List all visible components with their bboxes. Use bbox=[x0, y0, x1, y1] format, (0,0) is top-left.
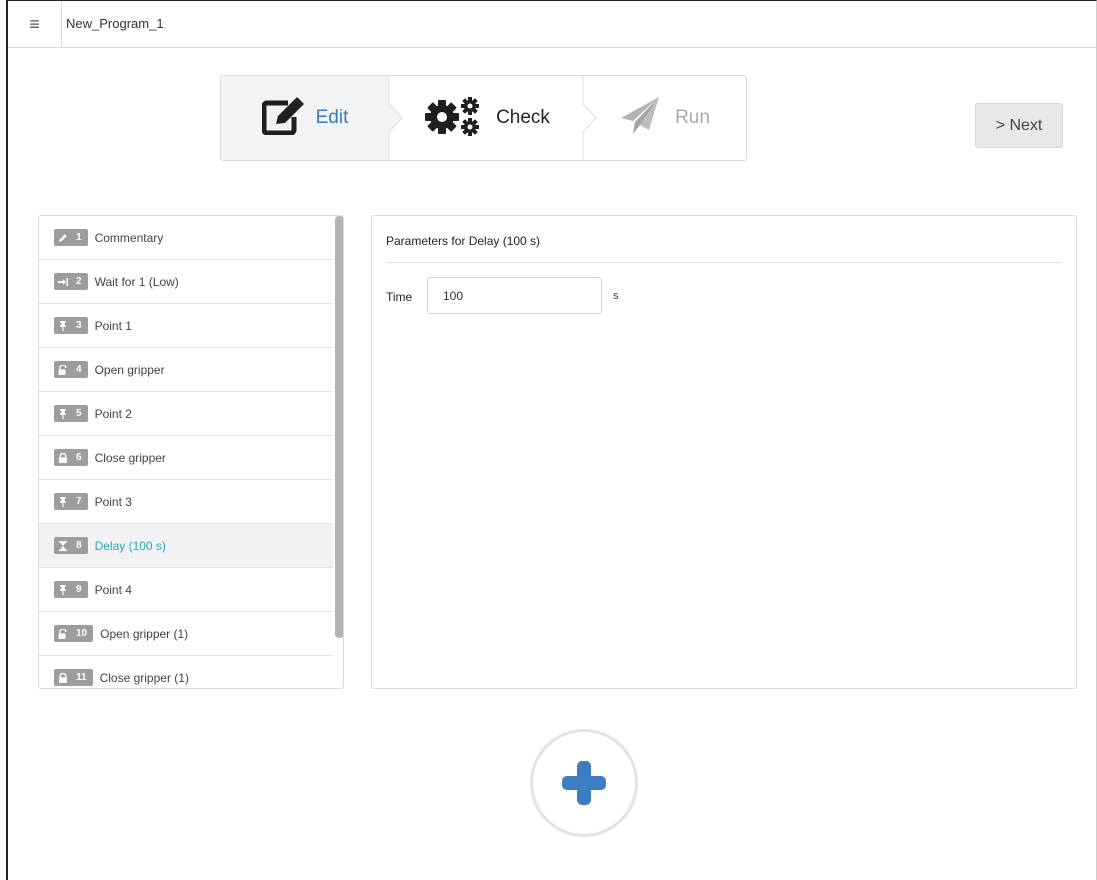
next-button[interactable]: > Next bbox=[975, 103, 1063, 148]
command-number: 6 bbox=[76, 452, 82, 463]
command-badge: 3 bbox=[54, 317, 88, 334]
step-edit[interactable]: Edit bbox=[221, 76, 389, 160]
step-edit-label: Edit bbox=[315, 107, 349, 128]
step-check[interactable]: Check bbox=[389, 76, 583, 160]
command-badge: 1 bbox=[54, 229, 88, 246]
sign-in-icon bbox=[58, 277, 68, 286]
command-list: 1 Commentary 2 Wait for 1 (Low) 3 Point … bbox=[38, 215, 344, 689]
step-run[interactable]: Run bbox=[583, 76, 746, 160]
step-check-label: Check bbox=[496, 107, 550, 128]
command-badge: 4 bbox=[54, 361, 88, 378]
command-label: Point 1 bbox=[94, 318, 132, 333]
command-badge: 10 bbox=[54, 625, 94, 642]
command-label: Open gripper (1) bbox=[100, 626, 189, 641]
list-item-selected[interactable]: 8 Delay (100 s) bbox=[39, 524, 333, 568]
command-number: 3 bbox=[76, 320, 82, 331]
hamburger-icon[interactable]: ≡ bbox=[8, 1, 62, 47]
time-label: Time bbox=[386, 290, 413, 304]
list-item[interactable]: 10 Open gripper (1) bbox=[39, 612, 333, 656]
command-label: Close gripper (1) bbox=[99, 670, 189, 685]
command-label: Point 2 bbox=[94, 406, 132, 421]
command-badge: 2 bbox=[54, 273, 88, 290]
unlock-icon bbox=[58, 364, 67, 375]
pin-icon bbox=[59, 320, 67, 331]
command-number: 9 bbox=[76, 584, 82, 595]
command-badge: 6 bbox=[54, 449, 88, 466]
pencil-icon bbox=[59, 233, 67, 242]
command-number: 11 bbox=[76, 672, 87, 683]
plus-icon bbox=[562, 761, 606, 805]
command-number: 7 bbox=[76, 496, 82, 507]
lock-icon bbox=[59, 452, 67, 463]
top-bar: ≡ New_Program_1 bbox=[8, 1, 1096, 48]
list-item[interactable]: 4 Open gripper bbox=[39, 348, 333, 392]
list-item[interactable]: 3 Point 1 bbox=[39, 304, 333, 348]
pin-icon bbox=[59, 584, 67, 595]
list-scrollbar[interactable] bbox=[335, 216, 343, 638]
command-number: 5 bbox=[76, 408, 82, 419]
hourglass-icon bbox=[59, 540, 67, 551]
pin-icon bbox=[59, 408, 67, 419]
list-item[interactable]: 2 Wait for 1 (Low) bbox=[39, 260, 333, 304]
paper-plane-icon bbox=[619, 96, 661, 141]
list-item[interactable]: 7 Point 3 bbox=[39, 480, 333, 524]
edit-icon bbox=[261, 96, 304, 140]
command-badge: 5 bbox=[54, 405, 88, 422]
list-item[interactable]: 11 Close gripper (1) bbox=[39, 656, 333, 688]
divider bbox=[386, 262, 1062, 263]
step-run-label: Run bbox=[675, 107, 710, 128]
list-item[interactable]: 9 Point 4 bbox=[39, 568, 333, 612]
command-badge: 9 bbox=[54, 581, 88, 598]
pin-icon bbox=[59, 496, 67, 507]
gears-icon bbox=[422, 95, 486, 142]
step-wizard: Edit Check Run bbox=[220, 75, 747, 161]
time-input[interactable] bbox=[427, 277, 602, 314]
command-label: Open gripper bbox=[94, 362, 165, 377]
unlock-icon bbox=[58, 628, 67, 639]
command-badge: 8 bbox=[54, 537, 88, 554]
command-number: 4 bbox=[76, 364, 82, 375]
command-label: Close gripper bbox=[94, 450, 166, 465]
list-item[interactable]: 1 Commentary bbox=[39, 216, 333, 260]
command-number: 2 bbox=[76, 276, 82, 287]
time-unit: s bbox=[613, 290, 619, 302]
command-badge: 7 bbox=[54, 493, 88, 510]
list-item[interactable]: 6 Close gripper bbox=[39, 436, 333, 480]
command-number: 1 bbox=[76, 232, 82, 243]
command-label: Commentary bbox=[94, 230, 164, 245]
command-label: Wait for 1 (Low) bbox=[94, 274, 179, 289]
list-item[interactable]: 5 Point 2 bbox=[39, 392, 333, 436]
command-badge: 11 bbox=[54, 669, 93, 686]
command-label: Point 4 bbox=[94, 582, 132, 597]
command-number: 8 bbox=[76, 540, 82, 551]
program-name: New_Program_1 bbox=[66, 16, 164, 31]
parameters-title: Parameters for Delay (100 s) bbox=[386, 234, 541, 248]
command-number: 10 bbox=[76, 628, 88, 639]
command-label: Point 3 bbox=[94, 494, 132, 509]
add-command-button[interactable] bbox=[530, 729, 638, 837]
app-frame: ≡ New_Program_1 Edit Check Run > Next 1 … bbox=[6, 0, 1097, 880]
parameters-panel: Parameters for Delay (100 s) Time s bbox=[371, 215, 1077, 689]
lock-icon bbox=[59, 672, 67, 683]
command-label: Delay (100 s) bbox=[94, 538, 166, 553]
